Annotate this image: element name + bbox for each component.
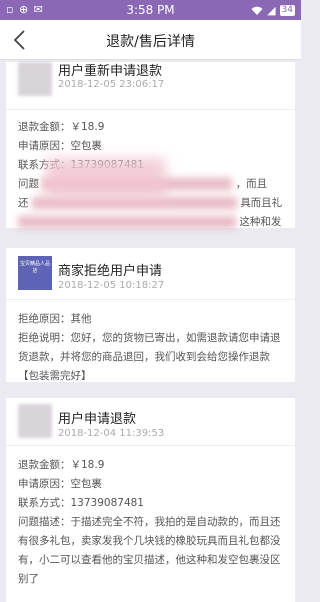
card-time: 2018-12-05 23:06:17: [58, 79, 165, 90]
battery-icon: 34: [279, 5, 295, 16]
card-body: 退款金额：￥18.9 申请原因：空包裹 联系方式：13739087481 问题描…: [6, 446, 295, 597]
blurred-text: [18, 216, 236, 228]
card-body: 拒绝原因：其他 拒绝说明：您好，您的货物已寄出，如需退款请您申请退货退款，并将您…: [6, 300, 295, 394]
nav-bar: 退款/售后详情: [0, 20, 301, 60]
blurred-text: [31, 197, 237, 209]
refund-amount: 退款金额：￥18.9: [18, 121, 105, 133]
card-header: 用户申请退款 2018-12-04 11:39:53: [6, 398, 295, 446]
refund-reason: 申请原因：空包裹: [18, 140, 102, 152]
card-time: 2018-12-05 10:18:27: [58, 280, 165, 291]
shop-avatar: 宝贝精品人品店: [18, 256, 52, 290]
card-title: 商家拒绝用户申请: [58, 264, 163, 279]
card-header: 宝贝精品人品店 商家拒绝用户申请 2018-12-05 10:18:27: [6, 248, 295, 300]
status-indicators: ◢ 34: [251, 4, 295, 17]
refund-amount: 退款金额：￥18.9: [18, 459, 105, 471]
merchant-reject-card: 宝贝精品人品店 商家拒绝用户申请 2018-12-05 10:18:27 拒绝原…: [6, 248, 295, 382]
user-avatar: [18, 404, 52, 438]
problem-desc-frag1: ，而且: [235, 178, 268, 190]
page-title: 退款/售后详情: [106, 34, 195, 50]
user-avatar: [18, 62, 52, 96]
refund-request-card: 用户申请退款 2018-12-04 11:39:53 退款金额：￥18.9 申请…: [6, 398, 295, 602]
status-bar: ▫ ⊕ ✉ 3:58 PM ◢ 34: [0, 0, 301, 20]
contact-phone: 联系方式：13739087481: [18, 497, 144, 509]
refund-record-card: 用户重新申请退款 2018-12-05 23:06:17 退款金额：￥18.9 …: [6, 62, 295, 228]
card-time: 2018-12-04 11:39:53: [58, 428, 165, 439]
refund-reason: 申请原因：空包裹: [18, 478, 102, 490]
reject-explanation: 拒绝说明：您好，您的货物已寄出，如需退款请您申请退货退款，并将您的商品退回，我们…: [18, 332, 281, 382]
problem-desc-frag4: 这种和发: [239, 216, 282, 228]
problem-desc-line3: 这种和发: [18, 213, 283, 232]
signal-icon: ◢: [267, 4, 276, 17]
problem-desc-frag3: 具而且礼: [240, 197, 283, 209]
card-header: 用户重新申请退款 2018-12-05 23:06:17: [6, 62, 295, 110]
reject-reason: 拒绝原因：其他: [18, 313, 92, 325]
card-title: 用户重新申请退款: [58, 64, 163, 79]
problem-desc-start: 问题: [18, 178, 39, 190]
wifi-icon: [251, 6, 263, 15]
problem-desc-frag2: 还: [18, 197, 29, 209]
card-title: 用户申请退款: [58, 412, 137, 427]
problem-description: 问题描述：于描述完全不符，我拍的是自动款的，而且还有很多礼包，卖家发我个几块钱的…: [18, 516, 281, 585]
privacy-blur: [46, 158, 166, 198]
